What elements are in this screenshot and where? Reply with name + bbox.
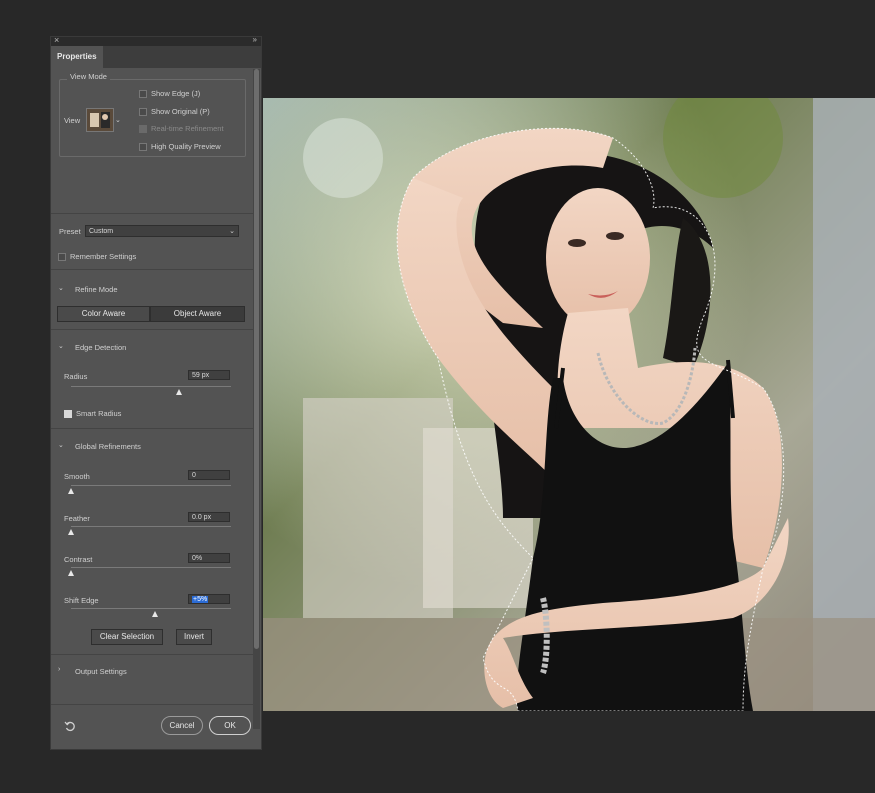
shift-edge-input[interactable]: +5% bbox=[188, 594, 230, 604]
remember-settings-checkbox[interactable] bbox=[58, 253, 66, 261]
divider bbox=[51, 329, 253, 330]
reset-icon[interactable] bbox=[64, 720, 76, 732]
radius-input[interactable]: 59 px bbox=[188, 370, 230, 380]
smooth-slider-track[interactable] bbox=[71, 485, 231, 486]
contrast-label: Contrast bbox=[64, 555, 93, 564]
color-aware-button[interactable]: Color Aware bbox=[57, 306, 150, 322]
shift-edge-slider-track[interactable] bbox=[71, 608, 231, 609]
shift-edge-slider-thumb[interactable] bbox=[152, 611, 159, 617]
smooth-input[interactable]: 0 bbox=[188, 470, 230, 480]
contrast-input[interactable]: 0% bbox=[188, 553, 230, 563]
cancel-button[interactable]: Cancel bbox=[161, 716, 203, 735]
show-edge-checkbox[interactable] bbox=[139, 90, 147, 98]
refine-mode-title[interactable]: Refine Mode bbox=[75, 285, 118, 294]
photo-image bbox=[263, 98, 875, 711]
chevron-right-icon[interactable]: › bbox=[58, 666, 60, 673]
chevron-down-icon[interactable]: ⌄ bbox=[115, 116, 121, 124]
radius-label: Radius bbox=[64, 372, 88, 381]
divider bbox=[51, 269, 253, 270]
smart-radius-checkbox[interactable] bbox=[64, 410, 72, 418]
chevron-down-icon: ⌄ bbox=[229, 228, 235, 235]
realtime-refinement-label: Real-time Refinement bbox=[151, 124, 224, 133]
contrast-slider-thumb[interactable] bbox=[67, 570, 74, 576]
contrast-slider-track[interactable] bbox=[71, 567, 231, 568]
divider bbox=[51, 704, 253, 705]
view-thumbnail-dropdown[interactable] bbox=[86, 108, 114, 132]
invert-button[interactable]: Invert bbox=[176, 629, 212, 645]
shift-edge-value: +5% bbox=[192, 596, 209, 603]
chevron-down-icon[interactable]: ⌄ bbox=[58, 441, 64, 449]
object-aware-button[interactable]: Object Aware bbox=[150, 306, 245, 322]
panel-title-bar: × » bbox=[51, 35, 261, 46]
smooth-slider-thumb[interactable] bbox=[67, 488, 74, 494]
ok-button[interactable]: OK bbox=[209, 716, 251, 735]
view-thumbnail-image bbox=[87, 109, 113, 131]
feather-input[interactable]: 0.0 px bbox=[188, 512, 230, 522]
show-edge-label: Show Edge (J) bbox=[151, 89, 201, 98]
panel-scrollbar[interactable] bbox=[253, 69, 260, 729]
edge-detection-title[interactable]: Edge Detection bbox=[75, 343, 126, 352]
output-settings-title[interactable]: Output Settings bbox=[75, 667, 127, 676]
preset-select[interactable]: Custom ⌄ bbox=[85, 225, 239, 237]
photo-canvas[interactable] bbox=[263, 98, 875, 711]
divider bbox=[51, 654, 253, 655]
tab-properties[interactable]: Properties bbox=[51, 46, 103, 68]
global-refinements-title[interactable]: Global Refinements bbox=[75, 442, 141, 451]
clear-selection-button[interactable]: Clear Selection bbox=[91, 629, 163, 645]
scroll-thumb[interactable] bbox=[254, 69, 259, 649]
feather-slider-thumb[interactable] bbox=[67, 529, 74, 535]
divider bbox=[51, 428, 253, 429]
shift-edge-label: Shift Edge bbox=[64, 596, 99, 605]
feather-label: Feather bbox=[64, 514, 90, 523]
view-label: View bbox=[64, 116, 81, 125]
smart-radius-label: Smart Radius bbox=[76, 409, 122, 418]
chevron-down-icon[interactable]: ⌄ bbox=[58, 342, 64, 350]
remember-settings-label: Remember Settings bbox=[70, 252, 137, 261]
smooth-label: Smooth bbox=[64, 472, 90, 481]
properties-panel: × » Properties View Mode View ⌄ Show Edg… bbox=[50, 35, 262, 750]
radius-slider-track[interactable] bbox=[71, 386, 231, 387]
show-original-label: Show Original (P) bbox=[151, 107, 210, 116]
preset-value: Custom bbox=[89, 228, 114, 235]
chevron-down-icon[interactable]: ⌄ bbox=[58, 284, 64, 292]
preset-label: Preset bbox=[59, 227, 81, 236]
show-original-checkbox[interactable] bbox=[139, 108, 147, 116]
high-quality-preview-checkbox[interactable] bbox=[139, 143, 147, 151]
radius-slider-thumb[interactable] bbox=[176, 389, 183, 395]
feather-slider-track[interactable] bbox=[71, 526, 231, 527]
divider bbox=[51, 213, 253, 214]
panel-tab-bar: Properties bbox=[51, 46, 261, 68]
view-mode-title: View Mode bbox=[67, 72, 110, 81]
high-quality-preview-label: High Quality Preview bbox=[151, 142, 221, 151]
close-icon[interactable]: × bbox=[54, 35, 59, 45]
realtime-refinement-checkbox bbox=[139, 125, 147, 133]
collapse-icon[interactable]: » bbox=[253, 35, 257, 44]
